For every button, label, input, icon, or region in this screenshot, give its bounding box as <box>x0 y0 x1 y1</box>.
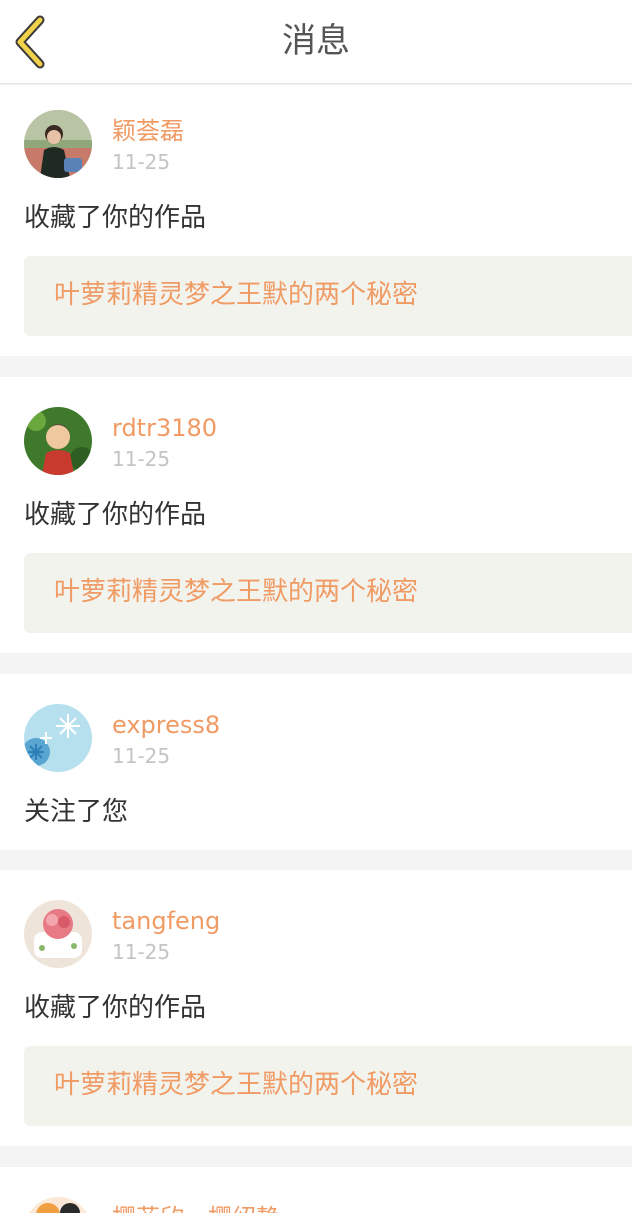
work-title: 叶萝莉精灵梦之王默的两个秘密 <box>54 280 419 310</box>
avatar[interactable] <box>24 900 92 968</box>
cake-avatar <box>24 900 92 968</box>
snowflake-avatar <box>24 704 92 772</box>
message-item: express8 11-25 关注了您 <box>0 674 632 850</box>
username[interactable]: 樱菲欣，樱绍静 <box>112 1203 280 1213</box>
avatar[interactable] <box>24 1197 92 1213</box>
action-text: 收藏了你的作品 <box>24 203 207 233</box>
username[interactable]: tangfeng <box>112 906 220 936</box>
message-item: 樱菲欣，樱绍静 <box>0 1167 632 1213</box>
work-link[interactable]: 叶萝莉精灵梦之王默的两个秘密 <box>24 1046 632 1126</box>
work-title: 叶萝莉精灵梦之王默的两个秘密 <box>54 1070 419 1100</box>
avatar[interactable] <box>24 110 92 178</box>
work-link[interactable]: 叶萝莉精灵梦之王默的两个秘密 <box>24 256 632 336</box>
action-text: 收藏了你的作品 <box>24 500 207 530</box>
message-time: 11-25 <box>112 744 171 768</box>
avatar[interactable] <box>24 407 92 475</box>
username[interactable]: rdtr3180 <box>112 413 217 443</box>
avatar[interactable] <box>24 704 92 772</box>
message-item: tangfeng 11-25 收藏了你的作品 叶萝莉精灵梦之王默的两个秘密 <box>0 870 632 1146</box>
child-photo-avatar <box>24 110 92 178</box>
message-time: 11-25 <box>112 150 171 174</box>
username[interactable]: express8 <box>112 710 220 740</box>
page-title: 消息 <box>282 21 350 61</box>
nav-bar: 消息 <box>0 0 632 84</box>
cartoon-avatar <box>24 1197 92 1213</box>
work-link[interactable]: 叶萝莉精灵梦之王默的两个秘密 <box>24 553 632 633</box>
action-text: 收藏了你的作品 <box>24 993 207 1023</box>
work-title: 叶萝莉精灵梦之王默的两个秘密 <box>54 577 419 607</box>
message-time: 11-25 <box>112 447 171 471</box>
girl-photo-avatar <box>24 407 92 475</box>
action-text: 关注了您 <box>24 797 129 827</box>
message-item: 颖荟磊 11-25 收藏了你的作品 叶萝莉精灵梦之王默的两个秘密 <box>0 85 632 356</box>
message-item: rdtr3180 11-25 收藏了你的作品 叶萝莉精灵梦之王默的两个秘密 <box>0 377 632 653</box>
message-time: 11-25 <box>112 940 171 964</box>
username[interactable]: 颖荟磊 <box>112 116 184 146</box>
